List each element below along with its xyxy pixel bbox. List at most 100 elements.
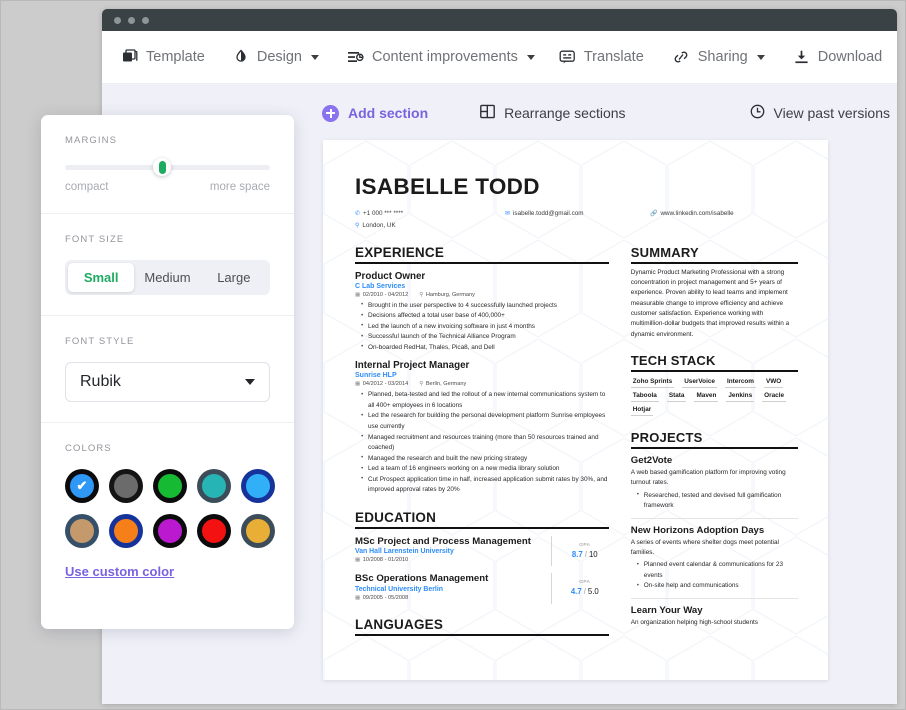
education-degree: MSc Project and Process Management — [355, 535, 531, 547]
font-size-label: FONT SIZE — [65, 234, 125, 245]
color-swatch-9[interactable] — [241, 514, 275, 548]
use-custom-color-link[interactable]: Use custom color — [65, 564, 174, 579]
toolbar-template-button[interactable]: Template — [110, 43, 217, 71]
font-style-block: FONT STYLE Rubik — [41, 315, 294, 422]
linkedin-icon: 🔗 — [650, 210, 658, 217]
window-minimize-dot[interactable] — [128, 16, 135, 24]
clock-icon — [750, 104, 765, 122]
toolbar-download-label: Download — [817, 49, 883, 65]
gpa-value-row: 8.7/10 — [572, 550, 598, 559]
color-swatch-0[interactable]: ✔ — [65, 469, 99, 503]
margins-label: MARGINS — [65, 135, 118, 146]
location-icon: ⚲ — [419, 291, 424, 298]
toolbar-download-button[interactable]: Download — [781, 43, 895, 71]
project-item[interactable]: Get2Vote A web based gamification platfo… — [631, 455, 798, 512]
color-swatch-1[interactable] — [109, 469, 143, 503]
experience-item[interactable]: Product Owner C Lab Services ▦ 02/2010 - … — [355, 271, 609, 354]
tech-chip[interactable]: VWO — [763, 378, 784, 389]
resume-document[interactable]: ISABELLE TODD ✆ +1 000 *** **** ⚲ London… — [323, 140, 828, 680]
toolbar-translate-button[interactable]: Translate — [547, 43, 656, 71]
contact-col-3: 🔗 www.linkedin.com/isabelle — [650, 209, 734, 231]
chevron-down-icon — [310, 54, 319, 60]
education-dates-text: 09/2005 - 05/2008 — [362, 594, 409, 601]
slider-knob[interactable] — [153, 158, 171, 176]
tech-chip[interactable]: Hotjar — [630, 406, 654, 417]
contact-email-text: isabelle.todd@gmail.com — [513, 210, 584, 217]
gpa-scale: 5.0 — [587, 587, 599, 597]
project-title: Learn Your Way — [630, 604, 703, 616]
job-bullets: Planned, beta-tested and led the rollout… — [355, 390, 609, 496]
email-icon: ✉ — [505, 210, 511, 217]
job-dates: ▦ 02/2010 - 04/2012 — [355, 292, 408, 298]
color-swatch-3[interactable] — [197, 469, 231, 503]
gpa-value: 8.7 — [571, 550, 583, 560]
education-dates: ▦ 10/2008 - 01/2010 — [355, 557, 408, 563]
project-description: A web based gamification platform for im… — [630, 469, 786, 487]
gpa-value: 4.7 — [570, 587, 582, 597]
tech-chip[interactable]: Jenkins — [726, 392, 755, 403]
project-title: New Horizons Adoption Days — [630, 524, 765, 536]
add-section-button[interactable]: Add section — [322, 104, 428, 122]
job-title: Internal Project Manager — [355, 360, 470, 372]
project-description: An organization helping high-school stud… — [630, 618, 758, 626]
tech-chip[interactable]: Intercom — [724, 378, 756, 389]
project-item[interactable]: Learn Your Way An organization helping h… — [630, 597, 798, 628]
summary-text[interactable]: Dynamic Product Marketing Professional w… — [631, 268, 798, 341]
job-meta: ▦ 02/2010 - 04/2012 ⚲ Hamburg, Germany — [355, 292, 609, 298]
contact-linkedin-text: www.linkedin.com/isabelle — [660, 210, 734, 217]
font-size-option-large[interactable]: Large — [201, 263, 267, 292]
font-size-option-small[interactable]: Small — [68, 263, 135, 292]
job-organization: C Lab Services — [355, 282, 406, 290]
font-style-value: Rubik — [80, 373, 121, 390]
job-dates-text: 04/2012 - 03/2014 — [362, 381, 409, 388]
toolbar-design-button[interactable]: Design — [221, 43, 331, 71]
view-past-versions-button[interactable]: View past versions — [750, 104, 890, 122]
education-school: Van Hall Larenstein University — [355, 548, 454, 556]
window-maximize-dot[interactable] — [142, 16, 149, 24]
color-swatch-5[interactable] — [65, 514, 99, 548]
education-main: MSc Project and Process Management Van H… — [355, 536, 551, 566]
tech-chip[interactable]: Maven — [694, 392, 719, 403]
project-item[interactable]: New Horizons Adoption Days A series of e… — [630, 517, 798, 592]
tech-chip[interactable]: UserVoice — [682, 378, 717, 389]
window-close-dot[interactable] — [114, 16, 121, 24]
gpa-label: GPA — [579, 543, 591, 549]
color-swatch-7[interactable] — [153, 514, 187, 548]
margins-slider[interactable] — [65, 158, 270, 176]
toolbar-sharing-button[interactable]: Sharing — [660, 43, 777, 71]
window-titlebar — [102, 9, 897, 31]
project-bullets: Planned event calendar & communications … — [631, 560, 798, 592]
tech-chip[interactable]: Taboola — [630, 392, 659, 403]
education-gpa: GPA 8.7/10 — [550, 535, 609, 567]
font-size-option-medium[interactable]: Medium — [134, 263, 200, 292]
tech-chip[interactable]: Zoho Sprints — [630, 378, 675, 389]
contact-linkedin: 🔗 www.linkedin.com/isabelle — [650, 209, 734, 219]
main-toolbar: Template Design Content improvements Tra… — [102, 31, 897, 84]
tech-chip[interactable]: Oracle — [762, 392, 787, 403]
contact-col-2: ✉ isabelle.todd@gmail.com — [505, 209, 650, 231]
project-bullets: Researched, tested and devised full gami… — [631, 490, 798, 512]
tech-stack-heading: TECH STACK — [630, 353, 798, 373]
calendar-icon: ▦ — [355, 381, 361, 388]
education-heading: EDUCATION — [355, 510, 609, 529]
color-swatch-4[interactable] — [241, 469, 275, 503]
resume-contacts: ✆ +1 000 *** **** ⚲ London, UK ✉ isabell… — [355, 209, 798, 231]
experience-item[interactable]: Internal Project Manager Sunrise HLP ▦ 04… — [355, 360, 609, 496]
tech-chip[interactable]: Stata — [666, 392, 687, 403]
location-icon: ⚲ — [355, 222, 360, 229]
education-item[interactable]: BSc Operations Management Technical Univ… — [355, 573, 609, 604]
color-swatch-8[interactable] — [197, 514, 231, 548]
color-swatch-2[interactable] — [153, 469, 187, 503]
plus-circle-icon — [322, 104, 339, 122]
contact-location-text: London, UK — [362, 221, 396, 229]
education-item[interactable]: MSc Project and Process Management Van H… — [355, 535, 609, 567]
job-dates-text: 02/2010 - 04/2012 — [362, 291, 409, 298]
languages-heading: LANGUAGES — [355, 617, 609, 636]
color-swatch-6[interactable] — [109, 514, 143, 548]
toolbar-content-improvements-button[interactable]: Content improvements — [335, 43, 547, 71]
toolbar-design-label: Design — [256, 49, 302, 65]
job-title: Product Owner — [355, 270, 426, 282]
gpa-slash: / — [583, 587, 586, 597]
rearrange-sections-button[interactable]: Rearrange sections — [480, 104, 626, 122]
font-style-select[interactable]: Rubik — [65, 362, 270, 402]
